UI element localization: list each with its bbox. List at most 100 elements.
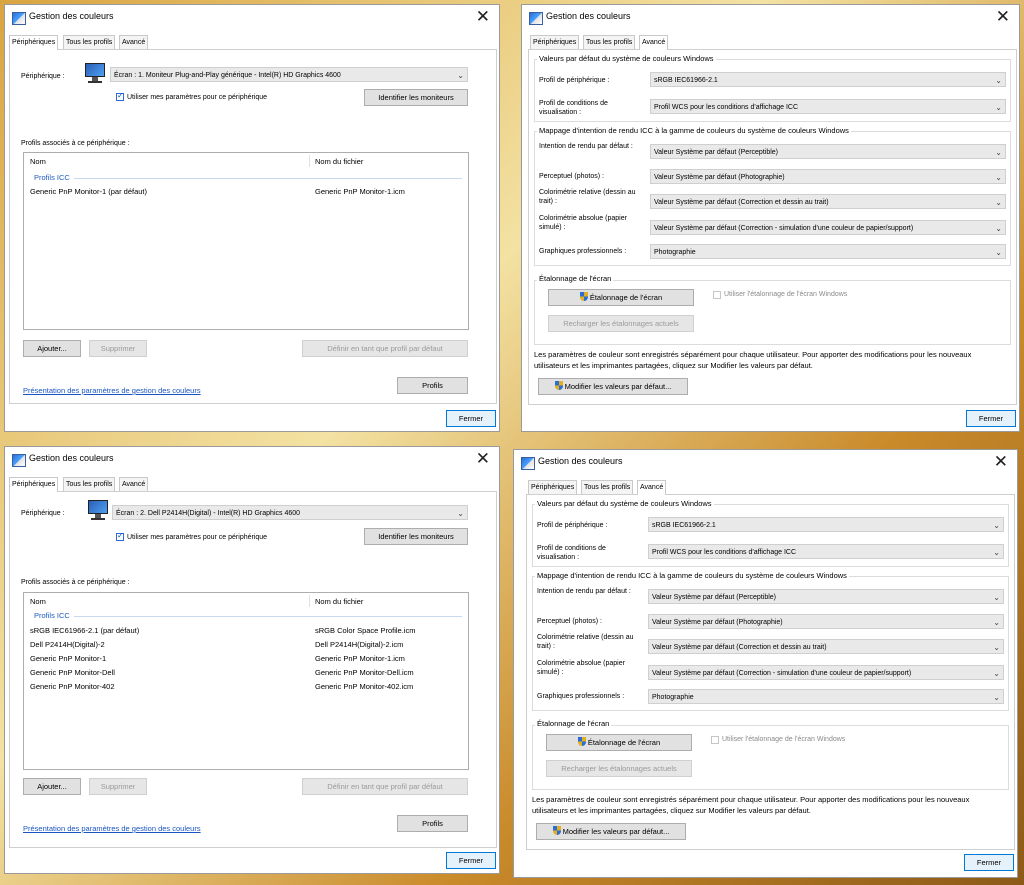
color-management-overview-link[interactable]: Présentation des paramètres de gestion d… [23,824,201,833]
table-row[interactable]: Dell P2414H(Digital)-2 Dell P2414H(Digit… [24,639,464,651]
table-row[interactable]: Generic PnP Monitor-Dell Generic PnP Mon… [24,667,464,679]
use-my-settings-label: Utiliser mes paramètres pour ce périphér… [127,534,268,541]
device-profile-select[interactable]: sRGB IEC61966-2.1 ⌄ [650,72,1006,87]
absolute-colorimetric-select[interactable]: Valeur Système par défaut (Correction - … [648,665,1004,680]
close-button[interactable]: Fermer [446,852,496,869]
use-windows-calibration-checkbox[interactable] [713,291,721,299]
tab-all-profiles[interactable]: Tous les profils [581,480,634,494]
column-header-file[interactable]: Nom du fichier [315,597,363,606]
set-default-profile-button[interactable]: Définir en tant que profil par défaut [302,340,468,357]
default-intent-select[interactable]: Valeur Système par défaut (Perceptible) ⌄ [650,144,1006,159]
identify-monitors-button[interactable]: Identifier les moniteurs [364,528,468,545]
chevron-down-icon: ⌄ [993,643,1000,652]
device-profile-label: Profil de périphérique : [539,77,610,84]
close-window-button[interactable]: ✕ [996,7,1010,27]
calibrate-display-button[interactable]: Étalonnage de l'écran [546,734,692,751]
device-select[interactable]: Écran : 1. Moniteur Plug-and-Play généri… [110,67,468,82]
group-divider [74,616,462,617]
tab-advanced[interactable]: Avancé [119,35,149,49]
business-graphics-select[interactable]: Photographie ⌄ [648,689,1004,704]
table-row[interactable]: Generic PnP Monitor-402 Generic PnP Moni… [24,681,464,693]
table-row[interactable]: Generic PnP Monitor-1 Generic PnP Monito… [24,653,464,665]
tab-all-profiles[interactable]: Tous les profils [63,477,116,491]
tab-devices[interactable]: Périphériques [9,477,59,492]
absolute-colorimetric-label: Colorimétrie absolue (papier simulé) : [537,660,625,676]
profiles-list[interactable]: Nom Nom du fichier Profils ICC sRGB IEC6… [23,592,469,770]
perceptual-select[interactable]: Valeur Système par défaut (Photographie)… [650,169,1006,184]
tab-advanced[interactable]: Avancé [119,477,149,491]
close-button[interactable]: Fermer [966,410,1016,427]
viewing-conditions-select[interactable]: Profil WCS pour les conditions d'afficha… [648,544,1004,559]
close-window-button[interactable]: ✕ [476,7,490,27]
close-window-button[interactable]: ✕ [994,452,1008,472]
chevron-down-icon: ⌄ [995,198,1002,207]
absolute-colorimetric-select[interactable]: Valeur Système par défaut (Correction - … [650,220,1006,235]
device-profile-label: Profil de périphérique : [537,522,608,529]
remove-button[interactable]: Supprimer [89,340,147,357]
profiles-button[interactable]: Profils [397,377,468,394]
profiles-list[interactable]: Nom Nom du fichier Profils ICC Generic P… [23,152,469,330]
use-windows-calibration-checkbox[interactable] [711,736,719,744]
change-defaults-button[interactable]: Modifier les valeurs par défaut... [538,378,688,395]
device-profile-value: sRGB IEC61966-2.1 [652,522,716,529]
viewing-conditions-label: Profil de conditions de visualisation : [539,100,608,116]
relative-colorimetric-select[interactable]: Valeur Système par défaut (Correction et… [648,639,1004,654]
chevron-down-icon: ⌄ [995,148,1002,157]
tab-advanced[interactable]: Avancé [639,35,669,50]
remove-button[interactable]: Supprimer [89,778,147,795]
tab-all-profiles[interactable]: Tous les profils [63,35,116,49]
tab-panel: Périphérique : Écran : 2. Dell P2414H(Di… [9,491,497,848]
table-row[interactable]: Generic PnP Monitor-1 (par défaut) Gener… [24,186,464,198]
chevron-down-icon: ⌄ [993,669,1000,678]
reload-calibrations-button[interactable]: Recharger les étalonnages actuels [546,760,692,777]
profiles-button[interactable]: Profils [397,815,468,832]
rendering-intent-section-title: Mappage d'intention de rendu ICC à la ga… [535,571,849,580]
tab-panel: Valeurs par défaut du système de couleur… [528,49,1017,405]
close-button[interactable]: Fermer [446,410,496,427]
calibrate-display-button[interactable]: Étalonnage de l'écran [548,289,694,306]
tab-panel: Périphérique : Écran : 1. Moniteur Plug-… [9,49,497,404]
set-default-profile-button[interactable]: Définir en tant que profil par défaut [302,778,468,795]
device-profile-value: sRGB IEC61966-2.1 [654,77,718,84]
add-button[interactable]: Ajouter... [23,340,81,357]
tab-devices[interactable]: Périphériques [9,35,59,50]
change-defaults-button[interactable]: Modifier les valeurs par défaut... [536,823,686,840]
device-select[interactable]: Écran : 2. Dell P2414H(Digital) - Intel(… [112,505,468,520]
reload-calibrations-button[interactable]: Recharger les étalonnages actuels [548,315,694,332]
perceptual-label: Perceptuel (photos) : [537,618,602,625]
business-graphics-label: Graphiques professionnels : [537,693,625,700]
tab-advanced[interactable]: Avancé [637,480,667,495]
business-graphics-select[interactable]: Photographie ⌄ [650,244,1006,259]
default-intent-select[interactable]: Valeur Système par défaut (Perceptible) ⌄ [648,589,1004,604]
column-header-name[interactable]: Nom [30,157,46,166]
column-header-name[interactable]: Nom [30,597,46,606]
use-my-settings-checkbox[interactable] [116,91,124,101]
chevron-down-icon: ⌄ [995,248,1002,257]
close-button[interactable]: Fermer [964,854,1014,871]
relative-colorimetric-select[interactable]: Valeur Système par défaut (Correction et… [650,194,1006,209]
tab-all-profiles[interactable]: Tous les profils [583,35,636,49]
device-profile-select[interactable]: sRGB IEC61966-2.1 ⌄ [648,517,1004,532]
uac-shield-icon [552,826,561,835]
monitor-icon [88,500,108,522]
relative-colorimetric-value: Valeur Système par défaut (Correction et… [652,644,827,651]
calibrate-display-label: Étalonnage de l'écran [589,293,663,302]
close-window-button[interactable]: ✕ [476,449,490,469]
table-row[interactable]: sRGB IEC61966-2.1 (par défaut) sRGB Colo… [24,625,464,637]
perceptual-select[interactable]: Valeur Système par défaut (Photographie)… [648,614,1004,629]
row-file: Generic PnP Monitor-402.icm [315,682,414,691]
color-management-overview-link[interactable]: Présentation des paramètres de gestion d… [23,386,201,395]
viewing-conditions-select[interactable]: Profil WCS pour les conditions d'afficha… [650,99,1006,114]
business-graphics-value: Photographie [654,249,696,256]
column-header-file[interactable]: Nom du fichier [315,157,363,166]
identify-monitors-button[interactable]: Identifier les moniteurs [364,89,468,106]
use-my-settings-checkbox[interactable] [116,531,124,541]
default-intent-label: Intention de rendu par défaut : [539,143,633,150]
add-button[interactable]: Ajouter... [23,778,81,795]
absolute-colorimetric-value: Valeur Système par défaut (Correction - … [654,225,914,232]
tab-devices[interactable]: Périphériques [530,35,580,49]
tab-devices[interactable]: Périphériques [528,480,578,494]
device-label: Périphérique : [21,510,65,517]
business-graphics-value: Photographie [652,694,694,701]
change-defaults-label: Modifier les valeurs par défaut... [562,827,670,836]
